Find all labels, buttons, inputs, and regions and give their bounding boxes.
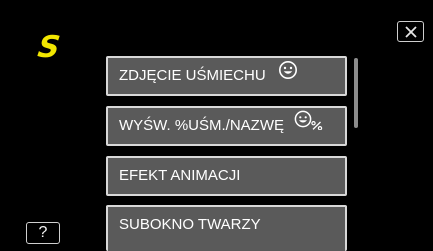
menu-item-label: WYŚW. %UŚM./NAZWĘ: [119, 117, 284, 135]
close-button[interactable]: [397, 21, 424, 42]
scrollbar[interactable]: [354, 58, 358, 128]
smile-face-percent-icon: [294, 108, 324, 144]
menu-item-label: EFEKT ANIMACJI: [119, 167, 241, 185]
smart-mode-logo: S: [35, 30, 62, 65]
menu-item-smile-percent-name[interactable]: WYŚW. %UŚM./NAZWĘ: [106, 106, 347, 146]
menu-item-label: SUBOKNO TWARZY: [119, 216, 261, 234]
help-button[interactable]: ?: [26, 222, 60, 244]
menu-item-label: ZDJĘCIE UŚMIECHU: [119, 67, 266, 85]
close-icon: [404, 25, 417, 38]
menu-screen: S ZDJĘCIE UŚMIECHU WYŚW. %UŚM./NAZWĘ EFE…: [0, 0, 433, 251]
menu-item-face-subwindow[interactable]: SUBOKNO TWARZY: [106, 205, 347, 251]
menu-item-animation-effect[interactable]: EFEKT ANIMACJI: [106, 156, 347, 196]
menu-item-smile-shot[interactable]: ZDJĘCIE UŚMIECHU: [106, 56, 347, 96]
smile-face-icon: [278, 58, 298, 94]
